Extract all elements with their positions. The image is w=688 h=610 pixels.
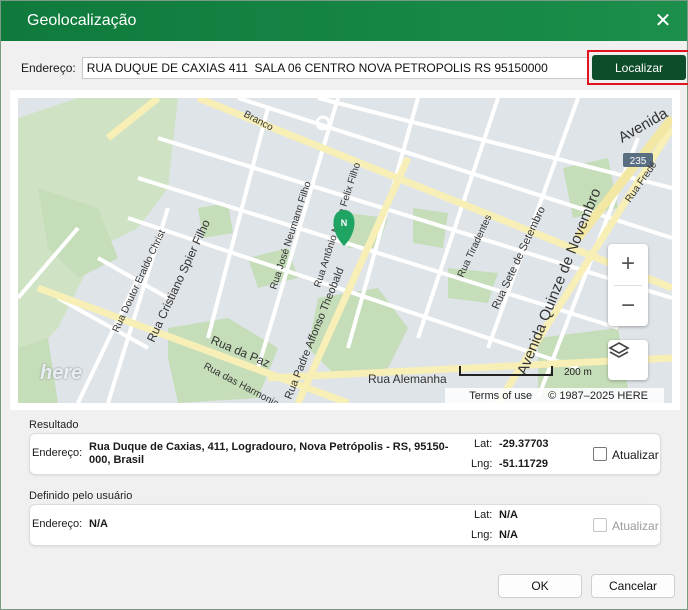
scale-label: 200 m <box>564 367 592 378</box>
address-input[interactable] <box>81 57 588 79</box>
result-lng-label: Lng: <box>471 458 493 470</box>
zoom-out-button[interactable]: − <box>608 286 648 327</box>
terms-link[interactable]: Terms of use <box>469 390 532 402</box>
street-label: Branco <box>242 109 276 134</box>
layers-button[interactable] <box>608 340 648 380</box>
zoom-in-button[interactable]: + <box>608 244 648 285</box>
layers-icon <box>608 342 630 358</box>
result-update-label: Atualizar <box>612 448 659 462</box>
user-address-label: Endereço: <box>32 518 83 530</box>
scale-bar <box>459 366 553 376</box>
result-lat-label: Lat: <box>474 438 493 450</box>
user-lng-value: N/A <box>499 529 518 541</box>
user-section-title: Definido pelo usuário <box>29 490 133 502</box>
locate-button-highlight: Localizar <box>587 50 688 85</box>
map-canvas[interactable]: 235 Avenida Rua Fredé Rua José Neumann F… <box>18 98 672 403</box>
result-address-value: Rua Duque de Caxias, 411, Logradouro, No… <box>89 441 449 466</box>
zoom-control: + − <box>608 244 648 326</box>
user-panel: Endereço: N/A Lat: N/A Lng: N/A Atualiza… <box>29 504 661 546</box>
copyright-text: © 1987–2025 HERE <box>548 390 648 402</box>
ok-button[interactable]: OK <box>498 574 582 598</box>
map-attribution: Terms of use © 1987–2025 HERE <box>445 388 664 403</box>
route-badge: 235 <box>630 156 647 167</box>
close-icon[interactable]: ✕ <box>653 11 673 31</box>
map-view[interactable]: 235 Avenida Rua Fredé Rua José Neumann F… <box>18 98 672 403</box>
address-search-row: Endereço: Localizar <box>21 50 688 85</box>
locate-button[interactable]: Localizar <box>592 55 686 80</box>
cancel-button[interactable]: Cancelar <box>591 574 675 598</box>
here-logo: here <box>40 362 83 384</box>
user-lat-value: N/A <box>499 509 518 521</box>
user-lng-label: Lng: <box>471 529 493 541</box>
result-lat-value: -29.37703 <box>499 438 549 450</box>
title-bar: Geolocalização ✕ <box>1 1 687 41</box>
street-label: Rua Alemanha <box>368 372 447 386</box>
result-address-label: Endereço: <box>32 447 83 459</box>
address-label: Endereço: <box>21 61 76 75</box>
marker-letter: N <box>341 218 348 228</box>
result-panel: Endereço: Rua Duque de Caxias, 411, Logr… <box>29 433 661 475</box>
result-update-checkbox[interactable] <box>593 447 607 461</box>
geolocation-dialog: Geolocalização ✕ Endereço: Localizar <box>0 0 688 610</box>
user-update-label: Atualizar <box>612 519 659 533</box>
user-address-value: N/A <box>89 518 108 530</box>
result-lng-value: -51.11729 <box>499 458 548 470</box>
result-section-title: Resultado <box>29 419 79 431</box>
user-update-checkbox[interactable] <box>593 518 607 532</box>
user-lat-label: Lat: <box>474 509 493 521</box>
street-label: Rua Tiradentes <box>456 213 495 279</box>
dialog-title: Geolocalização <box>27 12 137 29</box>
map-container: 235 Avenida Rua Fredé Rua José Neumann F… <box>10 90 680 410</box>
